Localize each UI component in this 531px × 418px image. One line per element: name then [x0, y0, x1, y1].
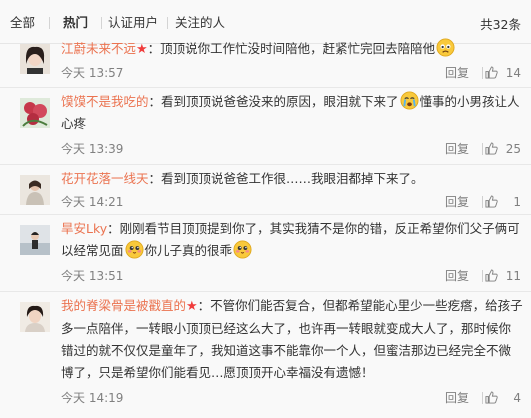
comment-item: 江蔚未来不远★：顶顶说你工作忙没时间陪他，赶紧忙完回去陪陪他 今天 13:57 … [0, 38, 531, 88]
like-button[interactable]: 11 [485, 267, 521, 285]
comment-total-count: 共32条 [480, 17, 521, 32]
reply-button[interactable]: 回复 [445, 193, 469, 211]
like-button[interactable]: 14 [485, 64, 521, 82]
comment-time: 今天 13:39 [61, 142, 124, 156]
like-button[interactable]: 1 [485, 193, 521, 211]
sad-face-emoji [436, 38, 455, 57]
comment-time: 今天 13:57 [61, 66, 124, 80]
comment-text: 馍馍不是我吃的：看到顶顶说爸爸没来的原因，眼泪就下来了 懂事的小男孩让人心疼 [61, 91, 523, 135]
comment-username[interactable]: 江蔚未来不远 [61, 41, 136, 56]
comment-meta: 今天 13:51 回复 11 [61, 267, 523, 285]
filter-tab-following[interactable]: 关注的人 [175, 14, 225, 32]
filter-tab-all[interactable]: 全部 [10, 14, 35, 32]
thumbs-up-icon [485, 269, 498, 282]
filter-tab-verified[interactable]: 认证用户 [108, 14, 158, 32]
comment-item: 花开花落一线天：看到顶顶说爸爸工作很……我眼泪都掉下来了。 今天 14:21 回… [0, 165, 531, 215]
comment-meta: 今天 14:19 回复 4 [61, 389, 523, 407]
comment-item: 旱安Lky：刚刚看节目顶顶提到你了，其实我猜不是你的错，反正希望你们父子俩可以经… [0, 215, 531, 292]
thumbs-up-icon [485, 391, 498, 404]
meta-divider [482, 270, 483, 282]
filter-tab-hot[interactable]: 热门 [63, 14, 88, 32]
comment-item: 馍馍不是我吃的：看到顶顶说爸爸没来的原因，眼泪就下来了 懂事的小男孩让人心疼 今天… [0, 88, 531, 165]
comment-text: 江蔚未来不远★：顶顶说你工作忙没时间陪他，赶紧忙完回去陪陪他 [61, 38, 523, 61]
reply-button[interactable]: 回复 [445, 389, 469, 407]
comment-time: 今天 14:21 [61, 195, 124, 209]
meta-divider [482, 392, 483, 404]
like-button[interactable]: 4 [485, 389, 521, 407]
thumbs-up-icon [485, 66, 498, 79]
comment-meta: 今天 13:57 回复 14 [61, 64, 523, 82]
reply-button[interactable]: 回复 [445, 64, 469, 82]
comment-text: 旱安Lky：刚刚看节目顶顶提到你了，其实我猜不是你的错，反正希望你们父子俩可以经… [61, 218, 523, 262]
avatar[interactable] [20, 302, 50, 332]
comment-body: ：顶顶说你工作忙没时间陪他，赶紧忙完回去陪陪他 [147, 41, 436, 56]
avatar[interactable] [20, 175, 50, 205]
cute-face-emoji [233, 240, 252, 259]
like-button[interactable]: 25 [485, 140, 521, 158]
comment-text: 花开花落一线天：看到顶顶说爸爸工作很……我眼泪都掉下来了。 [61, 168, 523, 190]
reply-button[interactable]: 回复 [445, 267, 469, 285]
comment-username[interactable]: 馍馍不是我吃的 [61, 94, 149, 109]
filter-divider [167, 17, 168, 29]
meta-divider [482, 67, 483, 79]
comment-text: 我的脊梁骨是被戳直的★：不管你们能否复合，但都希望能心里少一些疙瘩，给孩子多一点… [61, 295, 523, 384]
comment-meta: 今天 14:21 回复 1 [61, 193, 523, 211]
avatar[interactable] [20, 44, 50, 74]
meta-divider [482, 143, 483, 155]
avatar[interactable] [20, 225, 50, 255]
avatar[interactable] [20, 98, 50, 128]
comment-item: 我的脊梁骨是被戳直的★：不管你们能否复合，但都希望能心里少一些疙瘩，给孩子多一点… [0, 292, 531, 418]
badge-star-icon: ★ [136, 42, 148, 57]
cute-face-emoji [124, 240, 144, 259]
thumbs-up-icon [485, 142, 498, 155]
comment-body-continued: 你儿子真的很乖 [144, 243, 233, 258]
badge-star-icon: ★ [186, 299, 198, 314]
filter-divider [101, 17, 102, 29]
thumbs-up-icon [485, 195, 498, 208]
filter-divider [49, 17, 50, 29]
crying-face-emoji [400, 91, 419, 110]
reply-button[interactable]: 回复 [445, 140, 469, 158]
comment-username[interactable]: 花开花落一线天 [61, 171, 149, 186]
comment-username[interactable]: 旱安Lky [61, 221, 107, 236]
comment-time: 今天 13:51 [61, 269, 124, 283]
meta-divider [482, 196, 483, 208]
comment-time: 今天 14:19 [61, 391, 124, 405]
comment-body: ：看到顶顶说爸爸工作很……我眼泪都掉下来了。 [148, 171, 424, 186]
comment-meta: 今天 13:39 回复 25 [61, 140, 523, 158]
comment-body: ：看到顶顶说爸爸没来的原因，眼泪就下来了 [148, 94, 399, 109]
comment-username[interactable]: 我的脊梁骨是被戳直的 [61, 298, 186, 313]
